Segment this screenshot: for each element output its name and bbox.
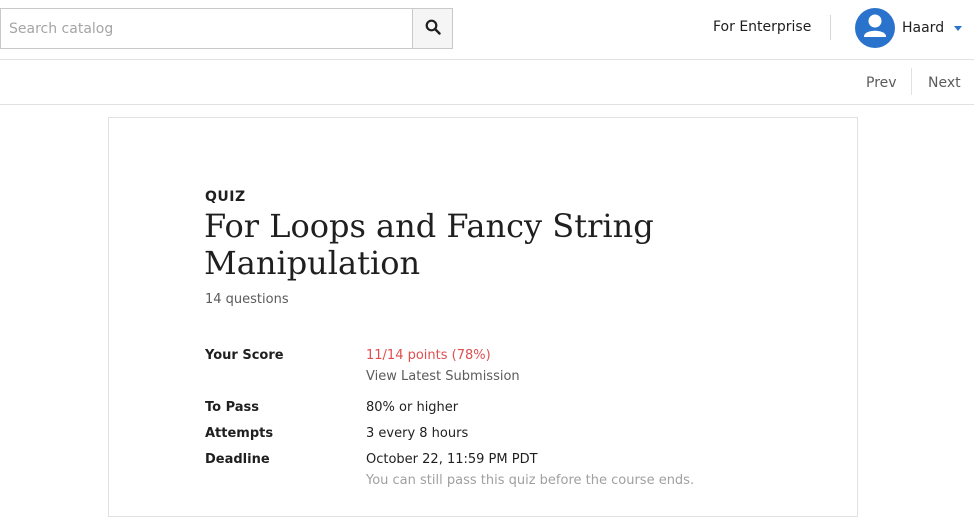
for-enterprise-link[interactable]: For Enterprise — [713, 19, 811, 35]
user-icon — [855, 8, 895, 48]
deadline-note: You can still pass this quiz before the … — [366, 473, 695, 488]
deadline-value: October 22, 11:59 PM PDT — [366, 452, 538, 467]
item-type-label: QUIZ — [205, 189, 246, 205]
subnav-divider — [911, 68, 912, 95]
to-pass-label: To Pass — [205, 400, 260, 415]
search-button[interactable] — [412, 9, 452, 48]
search-bar — [0, 8, 453, 49]
item-navigation: Prev Next — [0, 60, 974, 105]
score-value: 11/14 points (78%) — [366, 348, 491, 363]
view-latest-submission-link[interactable]: View Latest Submission — [366, 369, 520, 384]
header-divider — [830, 15, 831, 40]
deadline-label: Deadline — [205, 452, 270, 467]
attempts-value: 3 every 8 hours — [366, 426, 469, 441]
search-icon — [425, 19, 441, 38]
top-header: For Enterprise Haard — [0, 0, 974, 60]
page-title: For Loops and Fancy String Manipulation — [204, 207, 654, 282]
avatar[interactable] — [855, 8, 895, 48]
question-count: 14 questions — [205, 292, 289, 307]
to-pass-value: 80% or higher — [366, 400, 459, 415]
quiz-card: QUIZ For Loops and Fancy String Manipula… — [108, 117, 858, 517]
attempts-label: Attempts — [205, 426, 274, 441]
score-label: Your Score — [205, 348, 284, 363]
user-menu[interactable]: Haard — [855, 8, 963, 48]
user-name[interactable]: Haard — [902, 20, 944, 36]
prev-link[interactable]: Prev — [866, 75, 897, 91]
chevron-down-icon[interactable] — [954, 25, 963, 31]
next-link[interactable]: Next — [928, 75, 961, 91]
search-input[interactable] — [1, 9, 412, 48]
